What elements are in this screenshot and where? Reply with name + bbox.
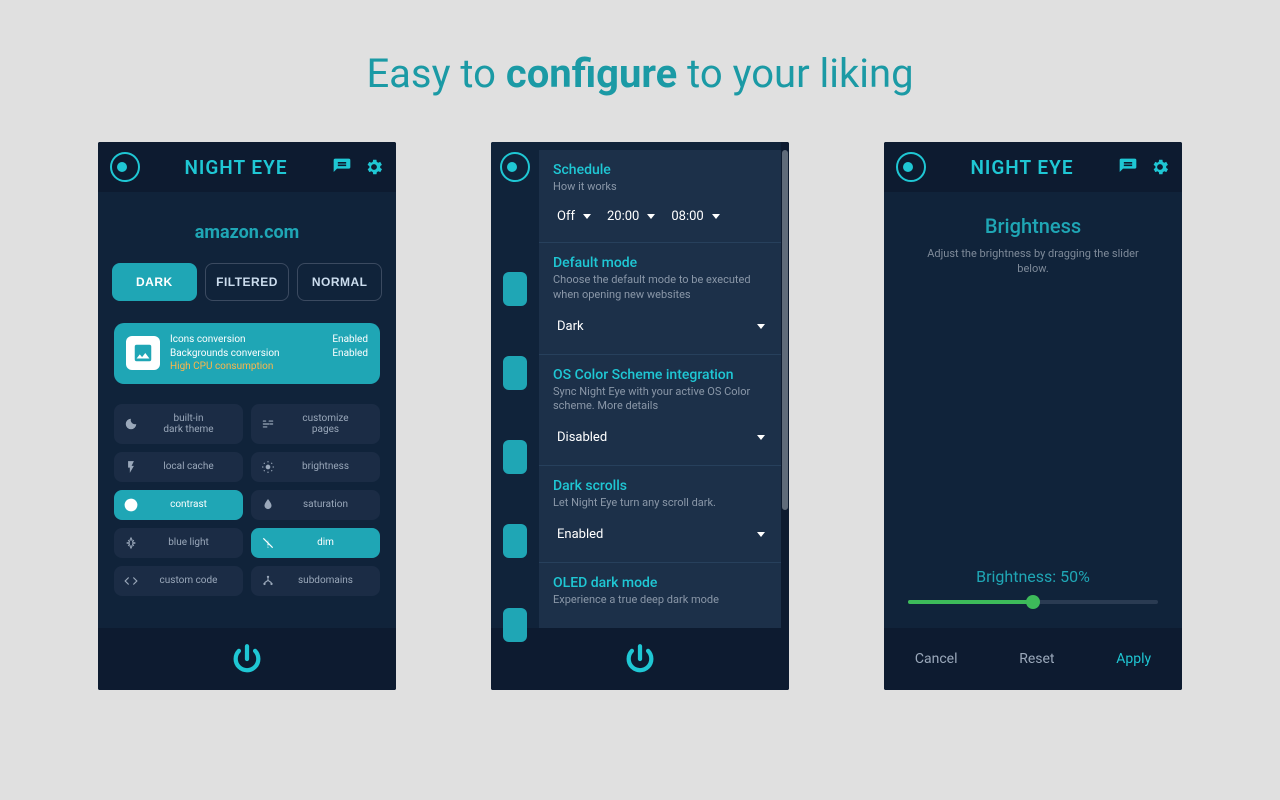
schedule-mode-select[interactable]: Off: [553, 205, 593, 228]
section-title: Default mode: [553, 255, 769, 271]
option-label: local cache: [144, 461, 233, 472]
mode-row: DARK FILTERED NORMAL: [98, 263, 396, 323]
option-dim[interactable]: dim: [251, 528, 380, 558]
brightness-body: Brightness Adjust the brightness by drag…: [884, 192, 1182, 628]
conversion-box[interactable]: Icons conversionEnabled Backgrounds conv…: [114, 323, 380, 384]
reset-button[interactable]: Reset: [1019, 651, 1054, 667]
option-saturation[interactable]: saturation: [251, 490, 380, 520]
power-icon[interactable]: [230, 642, 264, 676]
option-customize-pages[interactable]: customizepages: [251, 404, 380, 444]
brightness-title: Brightness: [985, 214, 1081, 238]
settings-scroll: Schedule How it works Off 20:00 08:00 De…: [539, 150, 783, 628]
option-label: built-indark theme: [144, 413, 233, 435]
section-schedule: Schedule How it works Off 20:00 08:00: [539, 150, 783, 243]
option-label: contrast: [144, 499, 233, 510]
option-label: subdomains: [281, 575, 370, 586]
schedule-end-select[interactable]: 08:00: [667, 205, 721, 228]
brightness-slider[interactable]: [908, 600, 1158, 604]
site-name: amazon.com: [98, 192, 396, 263]
eye-logo-icon: [896, 152, 926, 182]
dark-scrolls-select[interactable]: Enabled: [553, 521, 769, 548]
image-icon: [126, 336, 160, 370]
option-brightness[interactable]: brightness: [251, 452, 380, 482]
header-bar: NIGHT EYE: [98, 142, 396, 192]
brightness-value-label: Brightness: 50%: [908, 567, 1158, 586]
brightness-sub: Adjust the brightness by dragging the sl…: [884, 246, 1182, 277]
hint-pill: [503, 272, 527, 306]
option-label: brightness: [281, 461, 370, 472]
option-local-cache[interactable]: local cache: [114, 452, 243, 482]
apply-button[interactable]: Apply: [1116, 651, 1151, 667]
panel2-hints: [503, 272, 527, 642]
hint-pill: [503, 356, 527, 390]
os-color-select[interactable]: Disabled: [553, 424, 769, 451]
brand-title: NIGHT EYE: [150, 156, 322, 179]
section-dark-scrolls: Dark scrolls Let Night Eye turn any scro…: [539, 466, 783, 563]
brand-title: NIGHT EYE: [936, 156, 1108, 179]
mode-dark-button[interactable]: DARK: [112, 263, 197, 301]
footer-bar: [491, 628, 789, 690]
option-subdomains[interactable]: subdomains: [251, 566, 380, 596]
header-bar: NIGHT EYE: [884, 142, 1182, 192]
conversion-text: Icons conversionEnabled Backgrounds conv…: [170, 333, 368, 374]
options-grid: built-indark theme customizepages local ca…: [98, 404, 396, 596]
section-sub: Choose the default mode to be executed w…: [553, 273, 769, 303]
section-sub: Sync Night Eye with your active OS Color…: [553, 385, 769, 415]
section-title: Dark scrolls: [553, 478, 769, 494]
slider-thumb[interactable]: [1026, 595, 1040, 609]
panel-main: NIGHT EYE amazon.com DARK FILTERED NORMA…: [98, 142, 396, 690]
section-sub: How it works: [553, 180, 769, 195]
mode-normal-button[interactable]: NORMAL: [297, 263, 382, 301]
headline: Easy to configure to your liking: [0, 0, 1280, 97]
section-title: OLED dark mode: [553, 575, 769, 591]
section-os-color-scheme: OS Color Scheme integration Sync Night E…: [539, 355, 783, 467]
power-icon[interactable]: [623, 642, 657, 676]
gear-icon[interactable]: [1150, 157, 1170, 177]
section-title: Schedule: [553, 162, 769, 178]
option-label: custom code: [144, 575, 233, 586]
hint-pill: [503, 524, 527, 558]
panel-brightness: NIGHT EYE Brightness Adjust the brightne…: [884, 142, 1182, 690]
eye-logo-icon: [500, 152, 530, 182]
section-sub: Let Night Eye turn any scroll dark.: [553, 496, 769, 511]
footer-bar: [98, 628, 396, 690]
option-built-in-dark-theme[interactable]: built-indark theme: [114, 404, 243, 444]
option-contrast[interactable]: contrast: [114, 490, 243, 520]
cancel-button[interactable]: Cancel: [915, 651, 958, 667]
option-label: customizepages: [281, 413, 370, 435]
brightness-footer: Cancel Reset Apply: [884, 628, 1182, 690]
eye-logo-icon: [110, 152, 140, 182]
scrollbar[interactable]: [781, 142, 789, 628]
section-default-mode: Default mode Choose the default mode to …: [539, 243, 783, 355]
gear-icon[interactable]: [364, 157, 384, 177]
section-oled: OLED dark mode Experience a true deep da…: [539, 563, 783, 628]
option-label: blue light: [144, 537, 233, 548]
option-custom-code[interactable]: custom code: [114, 566, 243, 596]
section-title: OS Color Scheme integration: [553, 367, 769, 383]
panel-settings: Schedule How it works Off 20:00 08:00 De…: [491, 142, 789, 690]
hint-pill: [503, 608, 527, 642]
schedule-start-select[interactable]: 20:00: [603, 205, 657, 228]
hint-pill: [503, 440, 527, 474]
option-label: saturation: [281, 499, 370, 510]
option-label: dim: [281, 537, 370, 548]
default-mode-select[interactable]: Dark: [553, 313, 769, 340]
section-sub: Experience a true deep dark mode: [553, 593, 769, 608]
chat-icon[interactable]: [1118, 157, 1138, 177]
mode-filtered-button[interactable]: FILTERED: [205, 263, 290, 301]
chat-icon[interactable]: [332, 157, 352, 177]
option-blue-light[interactable]: blue light: [114, 528, 243, 558]
panel2-left-strip: [491, 142, 539, 628]
